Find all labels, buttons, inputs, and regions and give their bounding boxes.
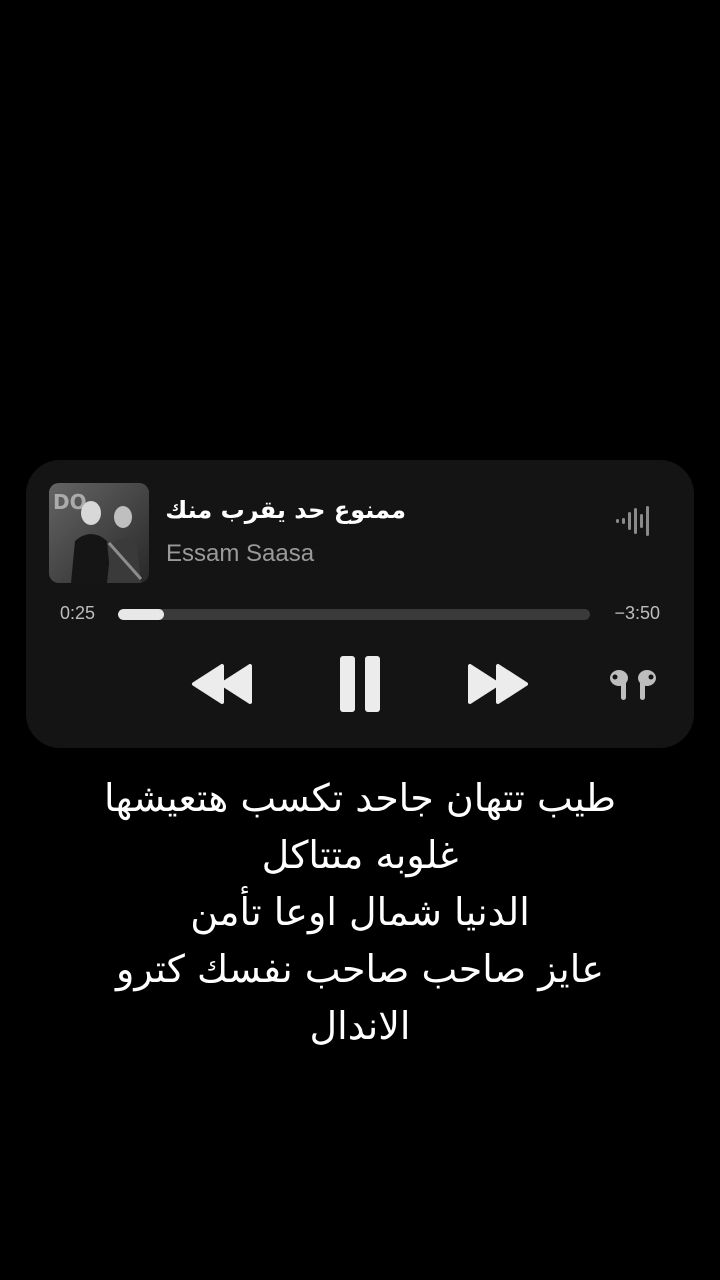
song-title-container[interactable]: ممنوع حد يقرب منك <box>165 496 406 532</box>
fast-forward-icon <box>468 664 528 704</box>
lyrics-line: طيب تتهان جاحد تكسب هتعيشها <box>104 776 616 820</box>
screen: DO ممنوع حد يقرب منك Essam Saasa 0:25 −3… <box>0 0 720 1280</box>
pause-icon <box>340 656 380 712</box>
lyrics-line: الاندال <box>309 1004 411 1048</box>
lyrics-line: الدنيا شمال اوعا تأمن <box>190 890 530 934</box>
airplay-output-button[interactable] <box>606 668 660 702</box>
airpods-icon <box>610 670 656 700</box>
audio-waveform-icon <box>614 504 654 538</box>
remaining-time: −3:50 <box>614 603 660 623</box>
rewind-button[interactable] <box>190 654 254 714</box>
album-artwork-image: DO <box>49 483 149 583</box>
lyrics-overlay: طيب تتهان جاحد تكسب هتعيشها غلوبه متتاكل… <box>40 770 680 1055</box>
now-playing-card[interactable]: DO ممنوع حد يقرب منك Essam Saasa 0:25 −3… <box>26 460 694 748</box>
album-artwork[interactable]: DO <box>49 483 149 583</box>
rewind-icon <box>192 664 252 704</box>
song-title: ممنوع حد يقرب منك <box>165 496 406 524</box>
lyrics-line: غلوبه متتاكل <box>261 833 459 877</box>
progress-fill <box>118 609 165 620</box>
elapsed-time: 0:25 <box>60 603 96 623</box>
fast-forward-button[interactable] <box>466 654 530 714</box>
artist-name[interactable]: Essam Saasa <box>166 540 314 568</box>
progress-scrubber[interactable] <box>118 609 590 620</box>
pause-button[interactable] <box>336 654 384 714</box>
lyrics-line: عايز صاحب صاحب نفسك كترو <box>115 947 604 991</box>
